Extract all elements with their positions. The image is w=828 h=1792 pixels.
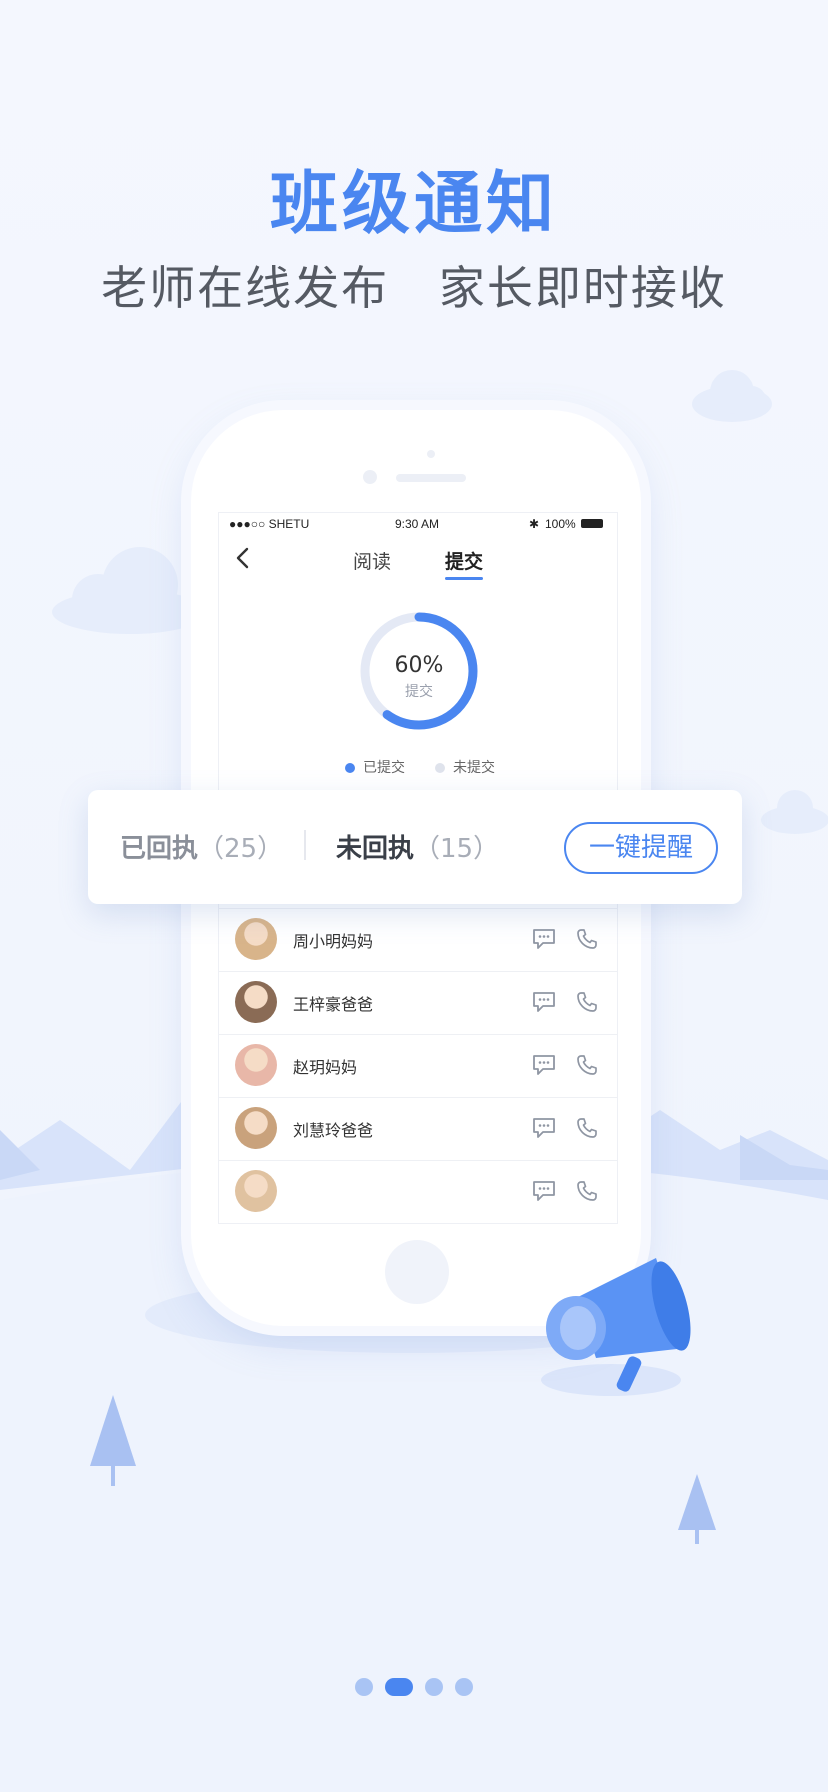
contact-name: 周小明妈妈 bbox=[293, 932, 374, 951]
avatar bbox=[235, 1044, 277, 1086]
contact-name: 王梓豪爸爸 bbox=[293, 995, 374, 1014]
megaphone-icon bbox=[546, 1258, 691, 1392]
bluetooth-icon: ✱ bbox=[529, 517, 540, 531]
message-icon[interactable] bbox=[531, 990, 557, 1014]
page-dot[interactable] bbox=[425, 1678, 443, 1696]
phone-call-icon[interactable] bbox=[575, 1179, 599, 1203]
contact-row[interactable]: 刘慧玲爸爸 bbox=[219, 1097, 617, 1161]
contact-name: 赵玥妈妈 bbox=[293, 1058, 358, 1077]
phone-camera bbox=[363, 470, 377, 484]
legend-not-submitted-label: 未提交 bbox=[453, 760, 495, 776]
back-arrow-icon[interactable] bbox=[229, 543, 259, 573]
legend-dot-not-submitted bbox=[435, 763, 445, 773]
unreplied-tab[interactable]: 未回执（15） bbox=[336, 828, 499, 865]
replied-label: 已回执 bbox=[120, 834, 199, 864]
page-dot-active[interactable] bbox=[385, 1678, 413, 1696]
contact-row[interactable]: 周小明妈妈 bbox=[219, 908, 617, 972]
subheadline: 老师在线发布 家长即时接收 bbox=[101, 261, 727, 315]
status-battery: 100% bbox=[545, 517, 576, 531]
phone-call-icon[interactable] bbox=[575, 1053, 599, 1077]
legend-submitted: 已提交 bbox=[345, 757, 405, 777]
page-dot[interactable] bbox=[455, 1678, 473, 1696]
message-icon[interactable] bbox=[531, 1053, 557, 1077]
phone-home-button[interactable] bbox=[385, 1240, 449, 1304]
contact-row[interactable] bbox=[219, 1160, 617, 1223]
tab-indicator bbox=[445, 577, 483, 580]
legend-dot-submitted bbox=[345, 763, 355, 773]
tab-submit[interactable]: 提交 bbox=[445, 547, 483, 574]
phone-side-button bbox=[183, 530, 189, 570]
message-icon[interactable] bbox=[531, 1116, 557, 1140]
phone-call-icon[interactable] bbox=[575, 990, 599, 1014]
unreplied-count: （15） bbox=[414, 834, 500, 864]
progress-percent: 60% bbox=[394, 653, 444, 678]
legend-not-submitted: 未提交 bbox=[435, 757, 495, 777]
contact-row[interactable]: 王梓豪爸爸 bbox=[219, 971, 617, 1035]
card-separator bbox=[304, 830, 306, 860]
avatar bbox=[235, 918, 277, 960]
message-icon[interactable] bbox=[531, 1179, 557, 1203]
phone-call-icon[interactable] bbox=[575, 1116, 599, 1140]
status-bar: ●●●○○ SHETU 9:30 AM ✱ 100% bbox=[219, 513, 617, 535]
legend-submitted-label: 已提交 bbox=[363, 760, 405, 776]
avatar bbox=[235, 1107, 277, 1149]
page-dot[interactable] bbox=[355, 1678, 373, 1696]
unreplied-label: 未回执 bbox=[336, 834, 415, 864]
phone-volume-down bbox=[183, 690, 189, 760]
replied-count: （25） bbox=[198, 834, 284, 864]
tab-read[interactable]: 阅读 bbox=[353, 547, 391, 574]
status-carrier: ●●●○○ SHETU bbox=[229, 517, 310, 531]
replied-tab[interactable]: 已回执（25） bbox=[120, 828, 283, 865]
contact-name: 刘慧玲爸爸 bbox=[293, 1121, 374, 1140]
contact-row[interactable]: 赵玥妈妈 bbox=[219, 1034, 617, 1098]
headline: 班级通知 bbox=[269, 165, 558, 244]
receipt-summary-card: 已回执（25） 未回执（15） 一键提醒 bbox=[88, 790, 742, 904]
phone-speaker bbox=[396, 474, 466, 482]
phone-power-button bbox=[643, 610, 649, 680]
remind-all-button[interactable]: 一键提醒 bbox=[564, 822, 718, 874]
status-time: 9:30 AM bbox=[395, 517, 440, 531]
battery-icon bbox=[581, 519, 603, 528]
progress-label: 提交 bbox=[405, 684, 433, 700]
phone-sensor bbox=[427, 450, 435, 458]
avatar bbox=[235, 1170, 277, 1212]
message-icon[interactable] bbox=[531, 927, 557, 951]
phone-volume-up bbox=[183, 600, 189, 670]
avatar bbox=[235, 981, 277, 1023]
phone-call-icon[interactable] bbox=[575, 927, 599, 951]
